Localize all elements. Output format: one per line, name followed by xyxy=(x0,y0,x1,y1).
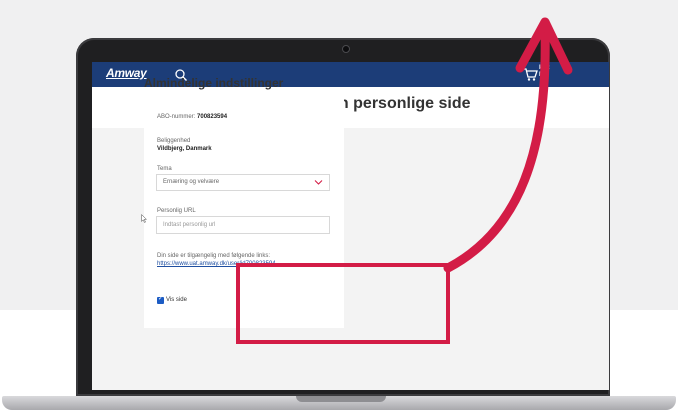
personal-url-label: Personlig URL xyxy=(157,208,196,214)
location-label: Beliggenhed xyxy=(157,138,191,144)
laptop-notch xyxy=(296,396,386,402)
cursor-icon xyxy=(141,214,147,223)
show-page-checkbox[interactable]: ✓ xyxy=(157,296,164,304)
cart-pv: PV xyxy=(539,72,548,78)
personal-url-highlight xyxy=(236,263,450,344)
abo-number-field: ABO-nummer: 700823594 xyxy=(157,114,227,120)
page-links-info: Din side er tilgængelig med følgende lin… xyxy=(157,253,271,259)
abo-number-value: 700823594 xyxy=(197,114,228,120)
theme-select-value: Ernæring og velvære xyxy=(163,179,220,185)
show-page-label: Vis side xyxy=(166,297,187,303)
location-value: Vildbjerg, Danmark xyxy=(157,146,212,152)
laptop-camera xyxy=(342,45,350,53)
personal-url-placeholder: Indtast personlig url xyxy=(163,222,216,228)
section-title: Almindelige indstillinger xyxy=(144,76,284,90)
personal-url-input[interactable]: Indtast personlig url xyxy=(156,216,330,234)
theme-select[interactable]: Ernæring og velvære xyxy=(156,174,330,191)
cart-amount: kr 2 xyxy=(539,65,550,71)
cart-summary[interactable]: kr 2 PV xyxy=(539,65,550,79)
chevron-down-icon xyxy=(314,180,323,185)
cart-icon[interactable] xyxy=(522,66,538,82)
amway-logo[interactable]: Amway xyxy=(106,66,147,80)
theme-label: Tema xyxy=(157,166,172,172)
abo-number-label: ABO-nummer: xyxy=(157,114,196,120)
checkmark-icon: ✓ xyxy=(158,296,164,302)
